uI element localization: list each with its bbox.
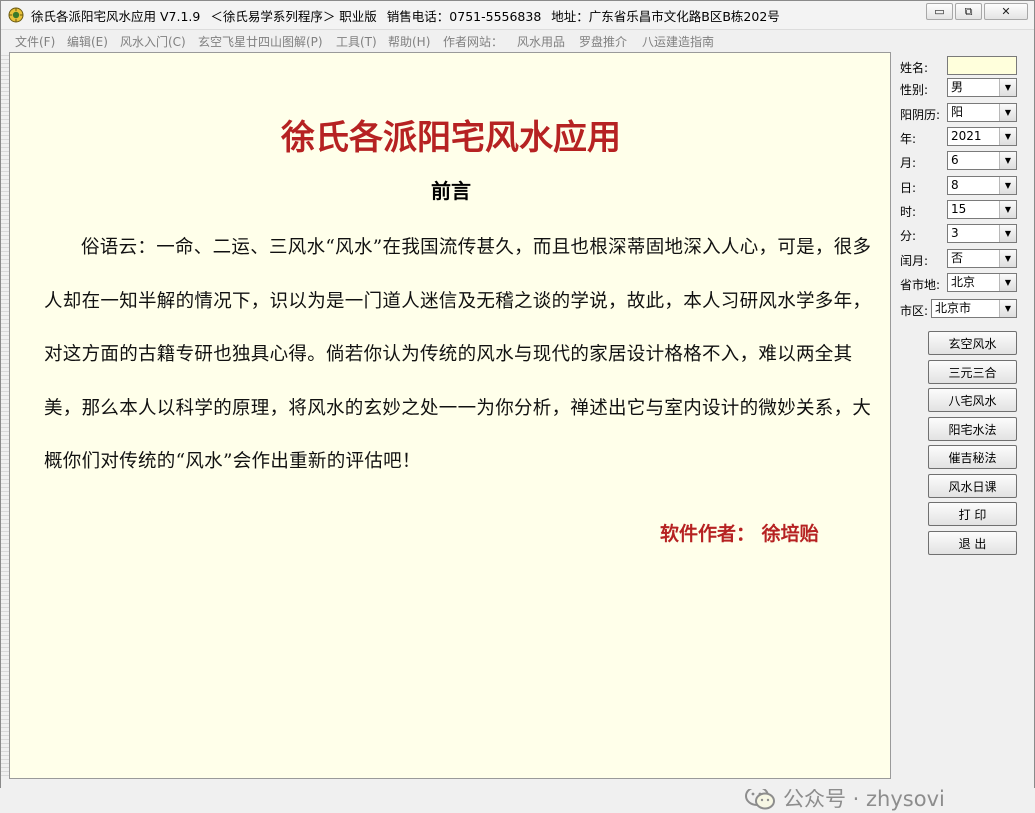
restore-icon: ⧉	[964, 4, 973, 18]
minute-label: 分:	[900, 229, 917, 243]
leap-month-label: 闰月:	[900, 254, 929, 268]
gender-label: 性别:	[900, 83, 929, 97]
chevron-down-icon[interactable]: ▼	[999, 300, 1016, 317]
chevron-down-icon[interactable]: ▼	[999, 225, 1016, 242]
print-button[interactable]: 打 印	[928, 502, 1017, 526]
province-label: 省市地:	[900, 278, 941, 292]
menu-file[interactable]: 文件(F)	[15, 33, 55, 50]
section-heading: 前言	[431, 179, 471, 203]
app-icon	[8, 7, 24, 23]
window-title: 徐氏各派阳宅风水应用 V7.1.9 ＜徐氏易学系列程序＞ 职业版 销售电话：07…	[31, 6, 786, 25]
menu-compass[interactable]: 罗盘推介	[579, 33, 627, 50]
preface-panel: 徐氏各派阳宅风水应用 前言 俗语云：一命、二运、三风水“风水”在我国流传甚久，而…	[9, 52, 945, 811]
row-day: 日: 8 ▼	[893, 176, 1033, 196]
menu-xuankong-diagram[interactable]: 玄空飞星廿四山图解(P)	[198, 33, 323, 50]
row-calendar: 阳阴历: 阳 ▼	[893, 103, 1033, 123]
menu-edit[interactable]: 编辑(E)	[67, 33, 108, 50]
menu-fengshui-goods[interactable]: 风水用品	[517, 33, 565, 50]
row-hour: 时: 15 ▼	[893, 200, 1033, 220]
row-district: 市区: 北京市 ▼	[893, 299, 1033, 319]
day-label: 日:	[900, 181, 917, 195]
chevron-down-icon[interactable]: ▼	[999, 128, 1016, 145]
menu-tools[interactable]: 工具(T)	[336, 33, 377, 50]
chevron-down-icon[interactable]: ▼	[999, 152, 1016, 169]
menu-eight-luck-guide[interactable]: 八运建造指南	[642, 33, 714, 50]
chevron-down-icon[interactable]: ▼	[999, 201, 1016, 218]
chevron-down-icon[interactable]: ▼	[999, 177, 1016, 194]
row-month: 月: 6 ▼	[893, 151, 1033, 171]
chevron-down-icon[interactable]: ▼	[999, 250, 1016, 267]
calendar-select[interactable]: 阳 ▼	[947, 103, 1017, 122]
close-button[interactable]: ✕	[984, 3, 1028, 20]
minimize-button[interactable]: ▭	[926, 3, 953, 20]
chevron-down-icon[interactable]: ▼	[999, 274, 1016, 291]
xuankong-fengshui-button[interactable]: 玄空风水	[928, 331, 1017, 355]
name-label: 姓名:	[900, 61, 929, 75]
gender-select[interactable]: 男 ▼	[947, 78, 1017, 97]
window-controls: ▭ ⧉ ✕	[926, 3, 1028, 20]
exit-button[interactable]: 退 出	[928, 531, 1017, 555]
author-line: 软件作者： 徐培贻	[660, 523, 819, 545]
title-series: ＜徐氏易学系列程序＞ 职业版	[210, 9, 377, 24]
menu-help[interactable]: 帮助(H)	[388, 33, 430, 50]
district-label: 市区:	[900, 304, 929, 318]
title-address: 地址：广东省乐昌市文化路B区B栋202号	[551, 9, 780, 24]
row-leap-month: 闰月: 否 ▼	[893, 249, 1033, 269]
minute-select[interactable]: 3 ▼	[947, 224, 1017, 243]
input-panel: 姓名: 性别: 男 ▼ 阳阴历: 阳 ▼ 年: 2021 ▼ 月: 6 ▼ 日: 8 ▼ …	[893, 52, 1033, 779]
year-select[interactable]: 2021 ▼	[947, 127, 1017, 146]
month-label: 月:	[900, 156, 917, 170]
menu-author-site-label: 作者网站：	[443, 35, 504, 49]
menu-bar: 文件(F) 编辑(E) 风水入门(C) 玄空飞星廿四山图解(P) 工具(T) 帮…	[1, 30, 1034, 50]
row-gender: 性别: 男 ▼	[893, 78, 1033, 98]
month-select[interactable]: 6 ▼	[947, 151, 1017, 170]
app-window: 徐氏各派阳宅风水应用 V7.1.9 ＜徐氏易学系列程序＞ 职业版 销售电话：07…	[0, 0, 1035, 811]
calendar-label: 阳阴历:	[900, 108, 941, 122]
hour-select[interactable]: 15 ▼	[947, 200, 1017, 219]
page-title: 徐氏各派阳宅风水应用	[281, 118, 621, 158]
row-name: 姓名:	[893, 56, 1033, 76]
sanyuan-sanhe-button[interactable]: 三元三合	[928, 360, 1017, 384]
bazhai-fengshui-button[interactable]: 八宅风水	[928, 388, 1017, 412]
province-select[interactable]: 北京 ▼	[947, 273, 1017, 292]
left-splitter[interactable]	[1, 52, 9, 779]
name-input[interactable]	[947, 56, 1017, 75]
chevron-down-icon[interactable]: ▼	[999, 104, 1016, 121]
minimize-icon: ▭	[934, 5, 945, 18]
leap-month-select[interactable]: 否 ▼	[947, 249, 1017, 268]
fengshui-rike-button[interactable]: 风水日课	[928, 474, 1017, 498]
year-label: 年:	[900, 132, 917, 146]
preface-text: 俗语云：一命、二运、三风水“风水”在我国流传甚久，而且也根深蒂固地深入人心，可是…	[44, 237, 872, 472]
day-select[interactable]: 8 ▼	[947, 176, 1017, 195]
row-minute: 分: 3 ▼	[893, 224, 1033, 244]
title-phone: 销售电话：0751-5556838	[386, 9, 542, 24]
hour-label: 时:	[900, 205, 917, 219]
menu-fengshui-intro[interactable]: 风水入门(C)	[120, 33, 186, 50]
row-year: 年: 2021 ▼	[893, 127, 1033, 147]
yangzhai-water-button[interactable]: 阳宅水法	[928, 417, 1017, 441]
district-select[interactable]: 北京市 ▼	[931, 299, 1017, 318]
title-bar[interactable]: 徐氏各派阳宅风水应用 V7.1.9 ＜徐氏易学系列程序＞ 职业版 销售电话：07…	[1, 1, 1034, 30]
title-app-name: 徐氏各派阳宅风水应用 V7.1.9	[31, 9, 201, 24]
chevron-down-icon[interactable]: ▼	[999, 79, 1016, 96]
close-icon: ✕	[1001, 5, 1011, 18]
maximize-button[interactable]: ⧉	[955, 3, 982, 20]
cuiji-secret-button[interactable]: 催吉秘法	[928, 445, 1017, 469]
row-province: 省市地: 北京 ▼	[893, 273, 1033, 293]
